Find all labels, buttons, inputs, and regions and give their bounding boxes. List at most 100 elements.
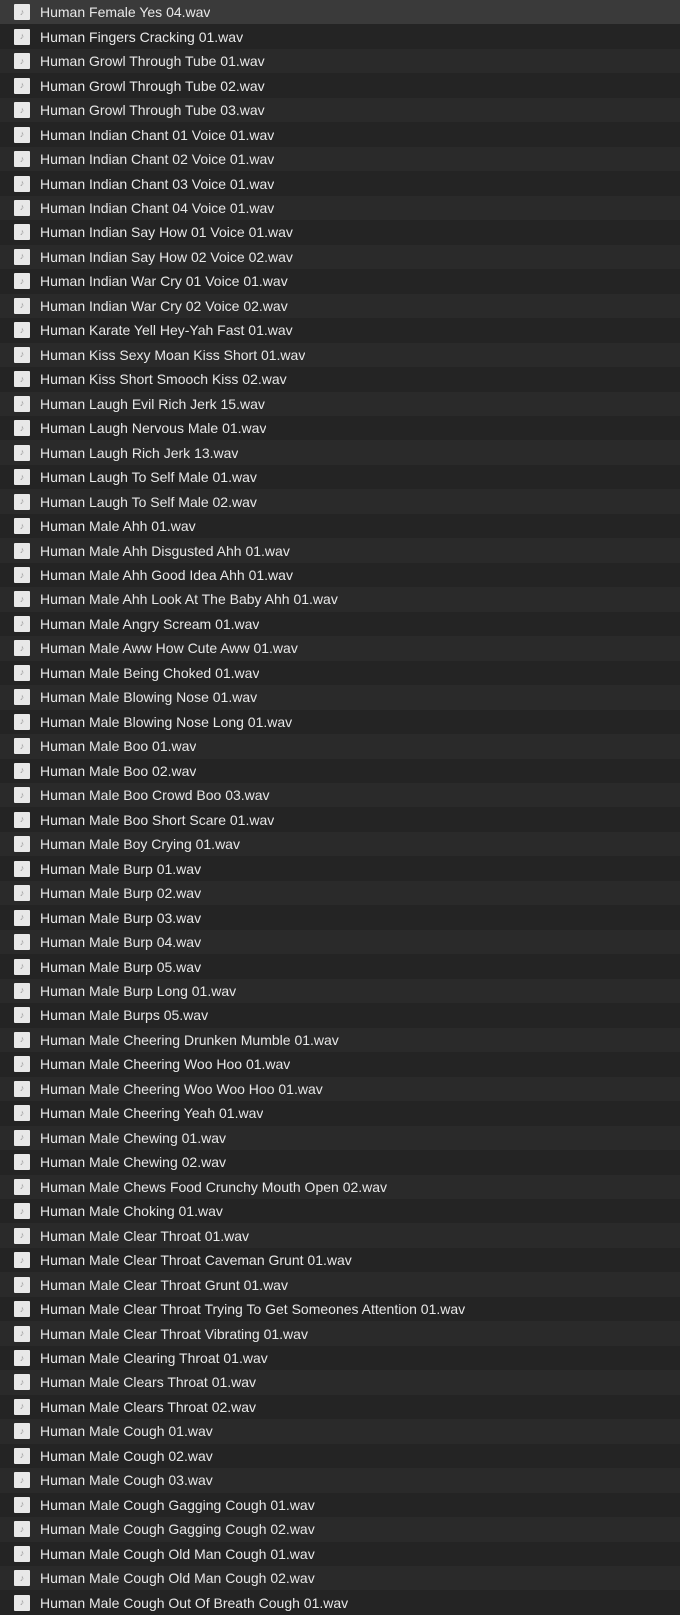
file-row[interactable]: Human Male Clear Throat Grunt 01.wav	[0, 1272, 680, 1296]
file-row[interactable]: Human Male Cough 01.wav	[0, 1419, 680, 1443]
file-row[interactable]: Human Male Burp 05.wav	[0, 954, 680, 978]
file-row[interactable]: Human Male Boo Short Scare 01.wav	[0, 807, 680, 831]
file-name: Human Male Being Choked 01.wav	[40, 665, 259, 681]
audio-file-icon	[14, 1546, 30, 1562]
file-row[interactable]: Human Male Cough Gagging Cough 02.wav	[0, 1517, 680, 1541]
file-name: Human Male Blowing Nose Long 01.wav	[40, 714, 292, 730]
file-row[interactable]: Human Male Clear Throat 01.wav	[0, 1223, 680, 1247]
file-row[interactable]: Human Male Blowing Nose 01.wav	[0, 685, 680, 709]
file-name: Human Male Cheering Woo Woo Hoo 01.wav	[40, 1081, 323, 1097]
file-row[interactable]: Human Male Cough Old Man Cough 01.wav	[0, 1542, 680, 1566]
file-row[interactable]: Human Growl Through Tube 03.wav	[0, 98, 680, 122]
file-row[interactable]: Human Male Boo 02.wav	[0, 759, 680, 783]
audio-file-icon	[14, 787, 30, 803]
file-row[interactable]: Human Indian Chant 04 Voice 01.wav	[0, 196, 680, 220]
file-row[interactable]: Human Male Clear Throat Vibrating 01.wav	[0, 1321, 680, 1345]
file-row[interactable]: Human Growl Through Tube 01.wav	[0, 49, 680, 73]
file-name: Human Male Boo Short Scare 01.wav	[40, 812, 274, 828]
audio-file-icon	[14, 200, 30, 216]
audio-file-icon	[14, 151, 30, 167]
file-row[interactable]: Human Male Cheering Woo Woo Hoo 01.wav	[0, 1077, 680, 1101]
file-row[interactable]: Human Indian Say How 02 Voice 02.wav	[0, 245, 680, 269]
file-row[interactable]: Human Male Burp 01.wav	[0, 856, 680, 880]
file-row[interactable]: Human Male Chews Food Crunchy Mouth Open…	[0, 1175, 680, 1199]
file-row[interactable]: Human Male Cough 02.wav	[0, 1444, 680, 1468]
file-name: Human Male Boo 01.wav	[40, 738, 196, 754]
file-row[interactable]: Human Male Clear Throat Caveman Grunt 01…	[0, 1248, 680, 1272]
file-row[interactable]: Human Male Being Choked 01.wav	[0, 661, 680, 685]
file-name: Human Male Burp 05.wav	[40, 959, 201, 975]
file-row[interactable]: Human Kiss Short Smooch Kiss 02.wav	[0, 367, 680, 391]
file-row[interactable]: Human Male Clearing Throat 01.wav	[0, 1346, 680, 1370]
file-row[interactable]: Human Growl Through Tube 02.wav	[0, 73, 680, 97]
file-row[interactable]: Human Male Ahh 01.wav	[0, 514, 680, 538]
file-name: Human Indian Say How 02 Voice 02.wav	[40, 249, 293, 265]
file-row[interactable]: Human Male Cheering Yeah 01.wav	[0, 1101, 680, 1125]
file-row[interactable]: Human Fingers Cracking 01.wav	[0, 24, 680, 48]
file-row[interactable]: Human Male Clears Throat 02.wav	[0, 1395, 680, 1419]
audio-file-icon	[14, 959, 30, 975]
file-row[interactable]: Human Male Choking 01.wav	[0, 1199, 680, 1223]
audio-file-icon	[14, 1350, 30, 1366]
file-row[interactable]: Human Indian Chant 02 Voice 01.wav	[0, 147, 680, 171]
file-row[interactable]: Human Laugh Evil Rich Jerk 15.wav	[0, 392, 680, 416]
file-row[interactable]: Human Indian War Cry 01 Voice 01.wav	[0, 269, 680, 293]
file-row[interactable]: Human Laugh Nervous Male 01.wav	[0, 416, 680, 440]
file-name: Human Fingers Cracking 01.wav	[40, 29, 243, 45]
file-name: Human Male Ahh Disgusted Ahh 01.wav	[40, 543, 290, 559]
file-row[interactable]: Human Laugh To Self Male 02.wav	[0, 489, 680, 513]
audio-file-icon	[14, 1154, 30, 1170]
file-row[interactable]: Human Male Boy Crying 01.wav	[0, 832, 680, 856]
file-name: Human Male Ahh Good Idea Ahh 01.wav	[40, 567, 293, 583]
file-row[interactable]: Human Male Cheering Drunken Mumble 01.wa…	[0, 1028, 680, 1052]
file-row[interactable]: Human Male Clears Throat 01.wav	[0, 1370, 680, 1394]
file-row[interactable]: Human Male Ahh Good Idea Ahh 01.wav	[0, 563, 680, 587]
audio-file-icon	[14, 1399, 30, 1415]
file-row[interactable]: Human Male Cough Old Man Cough 02.wav	[0, 1566, 680, 1590]
file-row[interactable]: Human Female Yes 04.wav	[0, 0, 680, 24]
audio-file-icon	[14, 934, 30, 950]
file-row[interactable]: Human Male Burp 04.wav	[0, 930, 680, 954]
file-row[interactable]: Human Male Cough 03.wav	[0, 1468, 680, 1492]
file-row[interactable]: Human Kiss Sexy Moan Kiss Short 01.wav	[0, 343, 680, 367]
audio-file-icon	[14, 1570, 30, 1586]
file-row[interactable]: Human Male Clear Throat Trying To Get So…	[0, 1297, 680, 1321]
file-row[interactable]: Human Male Ahh Disgusted Ahh 01.wav	[0, 538, 680, 562]
audio-file-icon	[14, 1228, 30, 1244]
file-row[interactable]: Human Karate Yell Hey-Yah Fast 01.wav	[0, 318, 680, 342]
file-row[interactable]: Human Indian Say How 01 Voice 01.wav	[0, 220, 680, 244]
file-row[interactable]: Human Male Angry Scream 01.wav	[0, 612, 680, 636]
file-row[interactable]: Human Male Ahh Look At The Baby Ahh 01.w…	[0, 587, 680, 611]
audio-file-icon	[14, 714, 30, 730]
file-row[interactable]: Human Male Blowing Nose Long 01.wav	[0, 710, 680, 734]
file-row[interactable]: Human Male Aww How Cute Aww 01.wav	[0, 636, 680, 660]
audio-file-icon	[14, 102, 30, 118]
file-row[interactable]: Human Male Burp 03.wav	[0, 905, 680, 929]
file-row[interactable]: Human Laugh Rich Jerk 13.wav	[0, 440, 680, 464]
file-row[interactable]: Human Male Chewing 01.wav	[0, 1126, 680, 1150]
file-row[interactable]: Human Male Chewing 02.wav	[0, 1150, 680, 1174]
file-name: Human Male Clears Throat 02.wav	[40, 1399, 256, 1415]
file-name: Human Indian Say How 01 Voice 01.wav	[40, 224, 293, 240]
file-row[interactable]: Human Indian Chant 03 Voice 01.wav	[0, 171, 680, 195]
file-name: Human Male Ahh 01.wav	[40, 518, 196, 534]
file-row[interactable]: Human Laugh To Self Male 01.wav	[0, 465, 680, 489]
file-row[interactable]: Human Male Burp 02.wav	[0, 881, 680, 905]
audio-file-icon	[14, 885, 30, 901]
file-row[interactable]: Human Male Boo 01.wav	[0, 734, 680, 758]
file-name: Human Male Clear Throat Trying To Get So…	[40, 1301, 465, 1317]
file-row[interactable]: Human Indian War Cry 02 Voice 02.wav	[0, 294, 680, 318]
file-row[interactable]: Human Indian Chant 01 Voice 01.wav	[0, 122, 680, 146]
file-row[interactable]: Human Male Cough Gagging Cough 01.wav	[0, 1493, 680, 1517]
audio-file-icon	[14, 640, 30, 656]
file-row[interactable]: Human Male Burps 05.wav	[0, 1003, 680, 1027]
file-name: Human Male Boo Crowd Boo 03.wav	[40, 787, 270, 803]
file-row[interactable]: Human Male Cheering Woo Hoo 01.wav	[0, 1052, 680, 1076]
file-name: Human Male Angry Scream 01.wav	[40, 616, 259, 632]
file-list: Human Female Yes 04.wav Human Fingers Cra…	[0, 0, 680, 1615]
file-row[interactable]: Human Male Boo Crowd Boo 03.wav	[0, 783, 680, 807]
file-row[interactable]: Human Male Burp Long 01.wav	[0, 979, 680, 1003]
file-row[interactable]: Human Male Cough Out Of Breath Cough 01.…	[0, 1590, 680, 1614]
file-name: Human Male Clear Throat Caveman Grunt 01…	[40, 1252, 352, 1268]
file-name: Human Male Cough 02.wav	[40, 1448, 213, 1464]
